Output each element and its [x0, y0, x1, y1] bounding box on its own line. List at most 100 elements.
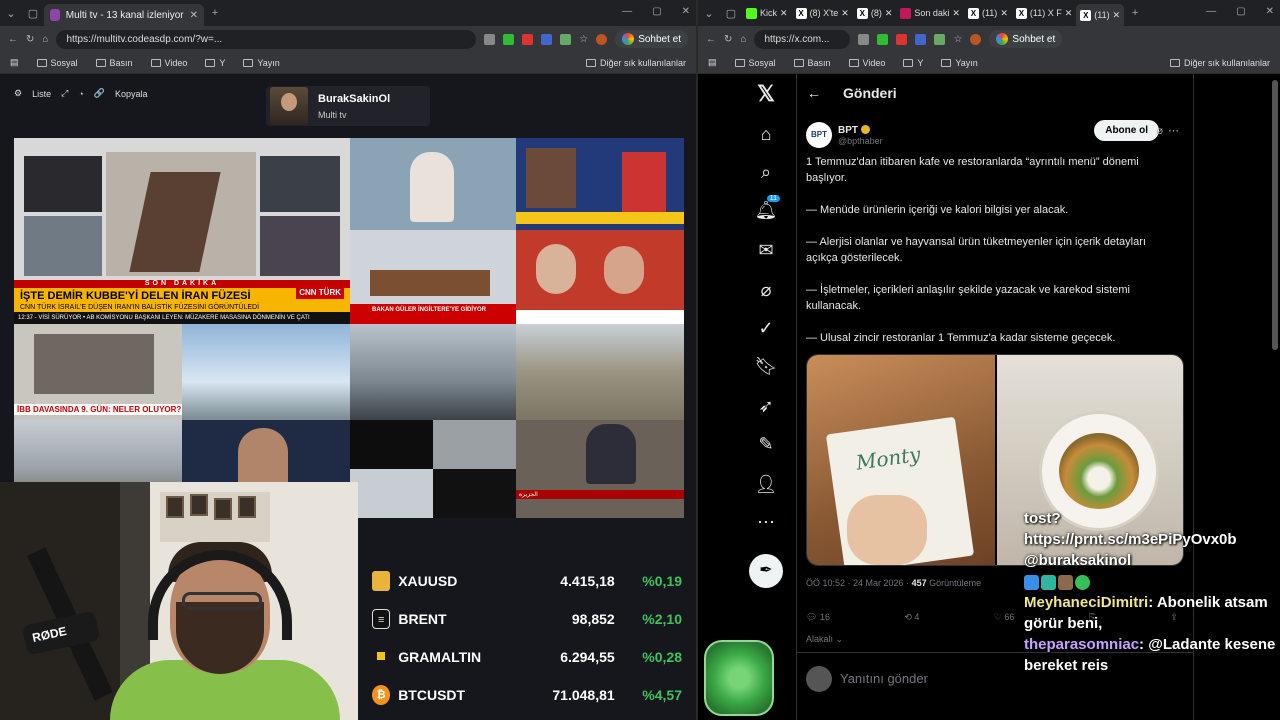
copy-button[interactable]: Kopyala [115, 89, 148, 99]
tv-cell-city-aerial[interactable] [516, 324, 684, 420]
close-window-icon[interactable]: ✕ [682, 6, 690, 17]
notifications-bell-icon[interactable]: 🔔︎ 11 [754, 195, 780, 222]
close-tab-icon[interactable]: ✕ [841, 8, 849, 19]
minimize-icon[interactable]: — [622, 6, 632, 17]
close-tab-icon[interactable]: ✕ [190, 10, 198, 21]
profile-icon[interactable]: 👤︎ [754, 472, 778, 496]
close-window-icon[interactable]: ✕ [1266, 6, 1274, 17]
back-icon[interactable]: ← [8, 34, 18, 45]
articles-icon[interactable]: ✎ [754, 432, 778, 456]
x-logo-icon[interactable]: 𝕏 [754, 81, 778, 106]
post-time[interactable]: ÖÖ 10:52 · 24 Mar 2026 · [806, 578, 909, 588]
home-icon[interactable]: ⌂ [754, 122, 778, 146]
favorites-icon[interactable]: ☆ [953, 34, 962, 45]
fullscreen-icon[interactable]: ⤢ [61, 88, 68, 99]
profile-avatar[interactable] [596, 33, 608, 45]
bookmark-folder[interactable]: Basın [793, 58, 831, 68]
tab-x-active[interactable]: X (11) ✕ [1076, 4, 1125, 26]
menu-photo[interactable]: Monty [807, 355, 995, 565]
extension-icon[interactable] [915, 33, 927, 45]
post-more-icon[interactable]: ⋯ [1168, 124, 1179, 137]
back-icon[interactable]: ← [706, 34, 716, 45]
more-icon[interactable]: ⋯ [754, 510, 778, 534]
new-tab-icon[interactable]: + [1124, 7, 1146, 19]
favorites-icon[interactable]: ☆ [579, 34, 588, 45]
author-handle[interactable]: @bpthaber [838, 136, 883, 146]
extension-icon[interactable] [560, 33, 572, 45]
compose-post-button[interactable]: ✒ [749, 554, 783, 588]
workspaces-icon[interactable]: ▢ [720, 7, 742, 20]
bookmark-folder[interactable]: Video [150, 58, 187, 68]
home-icon[interactable]: ⌂ [42, 34, 48, 45]
like-action[interactable]: ♡ 66 [994, 612, 1015, 623]
url-field[interactable]: https://multitv.codeasdp.com/?w=... [56, 29, 477, 49]
scrollbar[interactable] [1272, 80, 1278, 350]
tab-x[interactable]: X (11) ✕ [964, 7, 1012, 19]
author-name[interactable]: BPT [838, 125, 858, 136]
post-author[interactable]: BPT BPT @bpthaber [806, 122, 883, 148]
premium-check-icon[interactable]: ✓ [754, 316, 778, 340]
tv-cell-ibb[interactable]: İBB DAVASINDA 9. GÜN: NELER OLUYOR? [14, 324, 182, 420]
maximize-icon[interactable]: ▢ [1236, 6, 1245, 17]
bookmarks-menu-icon[interactable]: ▤ [10, 57, 19, 68]
extension-icon[interactable] [934, 33, 946, 45]
author-avatar[interactable]: BPT [806, 122, 832, 148]
tab-search-icon[interactable]: ⌄ [698, 7, 720, 20]
explore-search-icon[interactable]: ⌕ [754, 160, 778, 184]
profile-avatar[interactable] [970, 33, 982, 45]
list-button[interactable]: Liste [32, 89, 51, 99]
tv-cell-skycam[interactable] [182, 324, 350, 420]
tab-news[interactable]: Son daki ✕ [896, 7, 964, 19]
extension-icon[interactable] [522, 33, 534, 45]
bookmark-folder[interactable]: Video [848, 58, 885, 68]
repost-action[interactable]: ⟲ 4 [904, 612, 919, 623]
new-tab-icon[interactable]: + [204, 7, 226, 19]
extension-icon[interactable] [858, 33, 870, 45]
bookmark-folder[interactable]: Basın [95, 58, 133, 68]
url-field[interactable]: https://x.com... [754, 29, 851, 49]
close-tab-icon[interactable]: ✕ [952, 8, 960, 19]
bookmark-folder[interactable]: Y [205, 58, 225, 68]
tv-cell[interactable] [516, 138, 684, 230]
grok-icon[interactable]: ⌀ [754, 278, 778, 302]
reply-input[interactable]: Yanıtını gönder [840, 671, 928, 686]
tab-x[interactable]: X (11) X F ✕ [1012, 7, 1076, 19]
maximize-icon[interactable]: ▢ [652, 6, 661, 17]
bookmark-folder[interactable]: Y [903, 58, 923, 68]
home-icon[interactable]: ⌂ [740, 34, 746, 45]
link-icon[interactable]: 🔗 [94, 88, 105, 99]
bookmarks-menu-icon[interactable]: ▤ [708, 57, 717, 68]
workspaces-icon[interactable]: ▢ [22, 7, 44, 20]
jobs-rocket-icon[interactable]: ➶ [754, 394, 778, 418]
copilot-chat-button[interactable]: Sohbet et [615, 30, 688, 48]
tv-cell-city-skyline[interactable] [350, 324, 516, 420]
tab-search-icon[interactable]: ⌄ [0, 7, 22, 20]
settings-gear-icon[interactable]: ⚙ [14, 88, 22, 99]
tab-x[interactable]: X (8) X'te ✕ [792, 7, 853, 19]
bookmarks-icon[interactable]: 🔖︎ [754, 354, 778, 378]
close-tab-icon[interactable]: ✕ [1000, 8, 1008, 19]
reload-icon[interactable]: ↻ [26, 34, 34, 45]
grok-explain-icon[interactable]: ⌀ [1156, 124, 1163, 137]
tv-cell-cnnturk[interactable]: SON DAKİKA İŞTE DEMİR KUBBE'Yİ DELEN İRA… [14, 138, 350, 324]
bookmark-folder[interactable]: Sosyal [36, 58, 78, 68]
bookmark-folder[interactable]: Sosyal [734, 58, 776, 68]
reply-action[interactable]: 💬︎ 16 [806, 612, 830, 623]
close-tab-icon[interactable]: ✕ [780, 8, 788, 19]
extension-icon[interactable] [541, 33, 553, 45]
bookmark-folder[interactable]: Yayın [243, 58, 280, 68]
extension-icon[interactable] [503, 33, 515, 45]
tab-kick[interactable]: Kick ✕ [742, 7, 792, 19]
close-tab-icon[interactable]: ✕ [1113, 10, 1121, 21]
back-arrow-icon[interactable]: ← [807, 85, 821, 101]
tv-cell-aljazeera[interactable]: الجزيرة [516, 420, 684, 518]
messages-icon[interactable]: ✉ [754, 238, 778, 262]
tv-cell-meeting[interactable]: BAKAN GÜLER İNGİLTERE'YE GİDİYOR [350, 230, 516, 324]
tv-cell[interactable] [350, 138, 516, 230]
related-dropdown[interactable]: Alakalı ⌄ [806, 634, 843, 645]
subscribe-button[interactable]: Abone ol [1094, 120, 1159, 141]
timer-icon[interactable]: ◔ [78, 89, 83, 99]
tv-cell-protest[interactable] [516, 230, 684, 324]
other-bookmarks[interactable]: Diğer sık kullanılanlar [585, 58, 686, 68]
reload-icon[interactable]: ↻ [724, 34, 732, 45]
